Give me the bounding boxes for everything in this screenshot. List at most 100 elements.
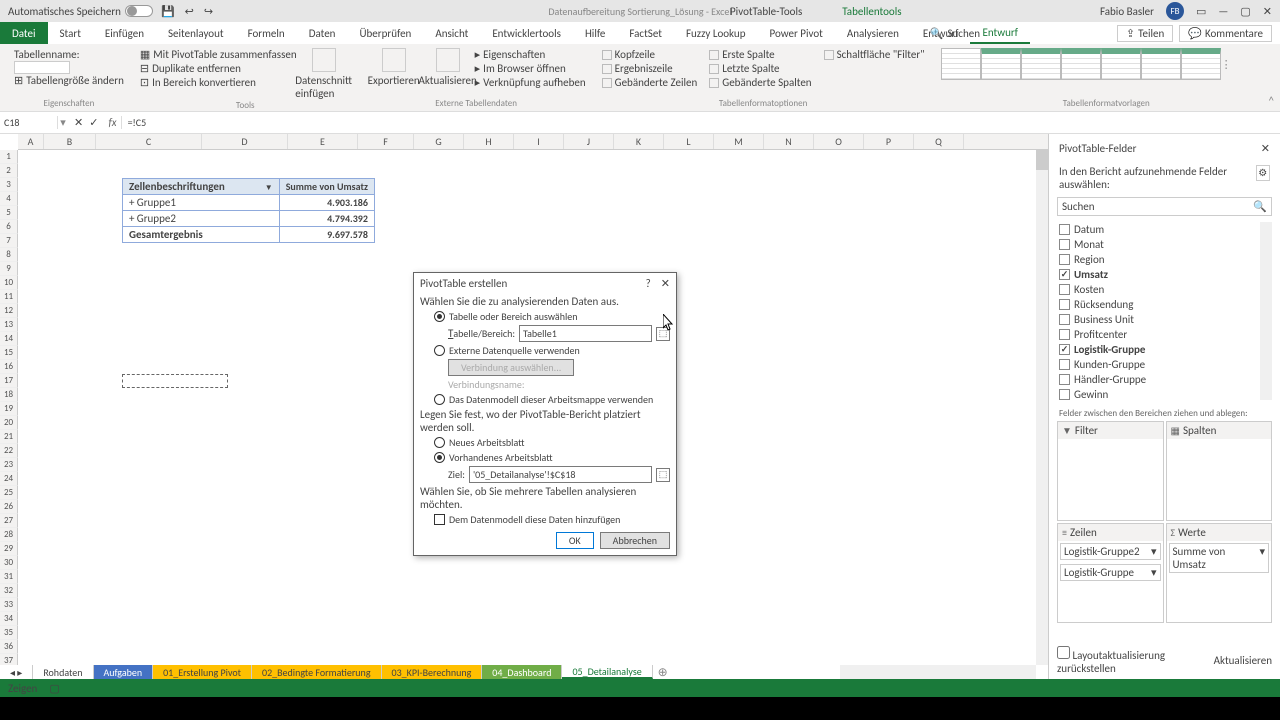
col-header-L[interactable]: L bbox=[664, 134, 714, 149]
row-header-4[interactable]: 4 bbox=[0, 192, 18, 206]
undo-icon[interactable]: ↩ bbox=[185, 5, 194, 18]
field-Profitcenter[interactable]: Profitcenter bbox=[1057, 327, 1272, 342]
tab-help[interactable]: Hilfe bbox=[573, 22, 617, 44]
field-Rücksendung[interactable]: Rücksendung bbox=[1057, 297, 1272, 312]
filterbtn-check[interactable] bbox=[824, 50, 834, 60]
row-header-30[interactable]: 30 bbox=[0, 556, 18, 570]
row-header-5[interactable]: 5 bbox=[0, 206, 18, 220]
headerrow-check[interactable] bbox=[602, 50, 612, 60]
row-header-11[interactable]: 11 bbox=[0, 290, 18, 304]
tab-formulas[interactable]: Formeln bbox=[236, 22, 297, 44]
row-header-28[interactable]: 28 bbox=[0, 528, 18, 542]
row-header-29[interactable]: 29 bbox=[0, 542, 18, 556]
comments-button[interactable]: 💬Kommentare bbox=[1179, 25, 1272, 42]
row-header-21[interactable]: 21 bbox=[0, 430, 18, 444]
col-header-O[interactable]: O bbox=[814, 134, 864, 149]
row-header-23[interactable]: 23 bbox=[0, 458, 18, 472]
pivot-table[interactable]: Zellenbeschriftungen▼Summe von Umsatz + … bbox=[122, 178, 375, 243]
col-header-N[interactable]: N bbox=[764, 134, 814, 149]
minimize-icon[interactable]: — bbox=[1218, 5, 1228, 18]
row-header-20[interactable]: 20 bbox=[0, 416, 18, 430]
row-headers[interactable]: 1234567891011121314151617181920212223242… bbox=[0, 150, 18, 679]
collapse-ribbon-icon[interactable]: ^ bbox=[1269, 94, 1274, 107]
row-header-26[interactable]: 26 bbox=[0, 500, 18, 514]
col-header-I[interactable]: I bbox=[514, 134, 564, 149]
field-Kosten[interactable]: Kosten bbox=[1057, 282, 1272, 297]
remove-duplicates-button[interactable]: ⊟ Duplikate entfernen bbox=[140, 62, 297, 75]
sheet-tab-01_Erstellung Pivot[interactable]: 01_Erstellung Pivot bbox=[153, 665, 252, 679]
save-icon[interactable]: 💾 bbox=[161, 5, 175, 18]
row-header-25[interactable]: 25 bbox=[0, 486, 18, 500]
row-header-2[interactable]: 2 bbox=[0, 164, 18, 178]
zone-rows[interactable]: ≡ Zeilen Logistik-Gruppe2▾ Logistik-Grup… bbox=[1057, 523, 1164, 623]
row-header-10[interactable]: 10 bbox=[0, 276, 18, 290]
styles-more[interactable]: ⋮ bbox=[1221, 58, 1232, 71]
table-style-1[interactable] bbox=[941, 48, 981, 80]
horizontal-scrollbar[interactable] bbox=[840, 665, 1036, 679]
cancel-formula-icon[interactable]: ✕ bbox=[74, 116, 83, 129]
fx-icon[interactable]: fx bbox=[104, 116, 121, 129]
macro-record-icon[interactable]: ▢ bbox=[49, 682, 59, 695]
dialog-close-icon[interactable]: ✕ bbox=[661, 277, 670, 290]
ribbon-options-icon[interactable]: ▭ bbox=[1196, 5, 1206, 18]
tab-layout[interactable]: Seitenlayout bbox=[156, 22, 236, 44]
tab-file[interactable]: Datei bbox=[0, 22, 48, 44]
row-header-32[interactable]: 32 bbox=[0, 584, 18, 598]
bandedcol-check[interactable] bbox=[709, 78, 719, 88]
dropdown-icon[interactable]: ▾ bbox=[1259, 545, 1265, 571]
tab-view[interactable]: Ansicht bbox=[423, 22, 480, 44]
row-header-6[interactable]: 6 bbox=[0, 220, 18, 234]
tablename-input[interactable] bbox=[14, 61, 70, 74]
redo-icon[interactable]: ↪ bbox=[204, 5, 213, 18]
ok-button[interactable]: OK bbox=[556, 532, 594, 549]
col-header-C[interactable]: C bbox=[96, 134, 202, 149]
convert-range-button[interactable]: ⊡ In Bereich konvertieren bbox=[140, 76, 297, 89]
row-header-19[interactable]: 19 bbox=[0, 402, 18, 416]
table-style-5[interactable] bbox=[1101, 48, 1141, 80]
table-style-4[interactable] bbox=[1061, 48, 1101, 80]
row-header-8[interactable]: 8 bbox=[0, 248, 18, 262]
row-header-18[interactable]: 18 bbox=[0, 388, 18, 402]
row-header-13[interactable]: 13 bbox=[0, 318, 18, 332]
formula-input[interactable]: =!C5 bbox=[122, 116, 153, 129]
field-Logistik-Gruppe[interactable]: Logistik-Gruppe bbox=[1057, 342, 1272, 357]
firstcol-check[interactable] bbox=[709, 50, 719, 60]
close-icon[interactable]: ✕ bbox=[1263, 5, 1272, 18]
col-header-J[interactable]: J bbox=[564, 134, 614, 149]
radio-existing-sheet[interactable] bbox=[434, 452, 445, 463]
sheet-tab-03_KPI-Berechnung[interactable]: 03_KPI-Berechnung bbox=[382, 665, 483, 679]
col-header-F[interactable]: F bbox=[358, 134, 414, 149]
row-header-9[interactable]: 9 bbox=[0, 262, 18, 276]
zone-columns[interactable]: ▦ Spalten bbox=[1166, 421, 1273, 521]
dialog-help-icon[interactable]: ? bbox=[646, 277, 651, 290]
col-header-Q[interactable]: Q bbox=[914, 134, 964, 149]
sheet-tab-Aufgaben[interactable]: Aufgaben bbox=[94, 665, 154, 679]
zone-filter[interactable]: ▼ Filter bbox=[1057, 421, 1164, 521]
table-style-3[interactable] bbox=[1021, 48, 1061, 80]
share-button[interactable]: ⇪Teilen bbox=[1117, 25, 1173, 42]
summarize-pivot-button[interactable]: ▦ Mit PivotTable zusammenfassen bbox=[140, 48, 297, 61]
sheet-tab-05_Detailanalyse[interactable]: 05_Detailanalyse bbox=[562, 665, 652, 679]
name-box[interactable]: C18 bbox=[0, 116, 58, 129]
col-header-A[interactable]: A bbox=[18, 134, 44, 149]
field-Business Unit[interactable]: Business Unit bbox=[1057, 312, 1272, 327]
row-header-17[interactable]: 17 bbox=[0, 374, 18, 388]
tab-review[interactable]: Überprüfen bbox=[347, 22, 423, 44]
row-header-15[interactable]: 15 bbox=[0, 346, 18, 360]
slicer-button[interactable]: Datenschnitt einfügen bbox=[297, 48, 351, 100]
row-header-36[interactable]: 36 bbox=[0, 640, 18, 654]
sheet-tab-02_Bedingte Formatierung[interactable]: 02_Bedingte Formatierung bbox=[252, 665, 382, 679]
field-Händler-Gruppe[interactable]: Händler-Gruppe bbox=[1057, 372, 1272, 387]
tab-start[interactable]: Start bbox=[48, 22, 93, 44]
props-button[interactable]: ▸ Eigenschaften bbox=[475, 48, 586, 61]
tab-developer[interactable]: Entwicklertools bbox=[480, 22, 573, 44]
range-pick-icon[interactable]: ⬚ bbox=[656, 327, 670, 341]
dropdown-icon[interactable]: ▾ bbox=[1151, 566, 1157, 579]
namebox-dropdown-icon[interactable]: ▾ bbox=[58, 116, 68, 129]
table-style-6[interactable] bbox=[1141, 48, 1181, 80]
update-button[interactable]: Aktualisieren bbox=[1214, 654, 1272, 667]
fieldpane-gear-icon[interactable]: ⚙ bbox=[1256, 165, 1270, 181]
row-header-27[interactable]: 27 bbox=[0, 514, 18, 528]
sheet-tab-Rohdaten[interactable]: Rohdaten bbox=[33, 665, 93, 679]
export-button[interactable]: Exportieren bbox=[367, 48, 421, 87]
